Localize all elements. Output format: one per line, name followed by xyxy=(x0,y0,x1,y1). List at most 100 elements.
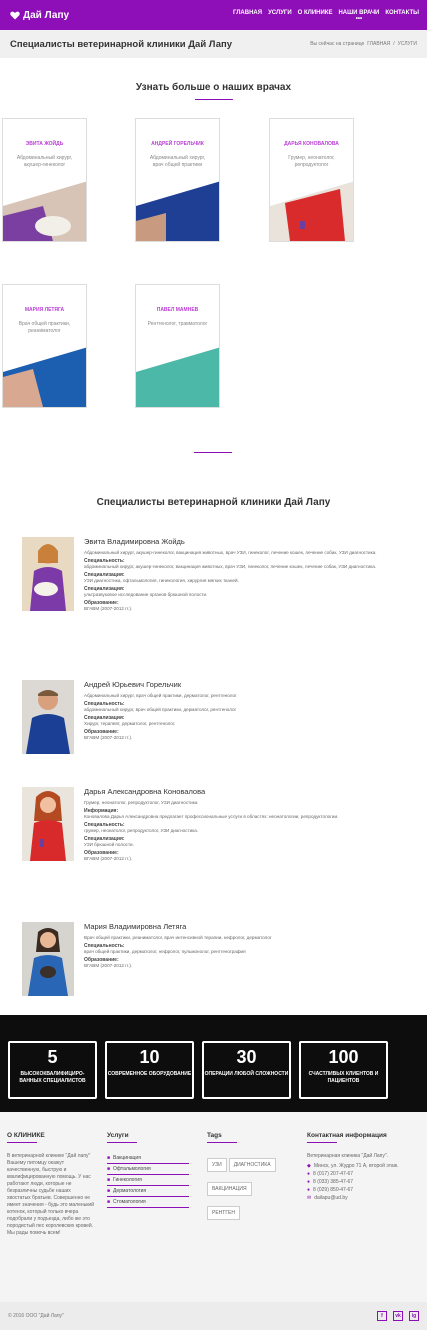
logo-text: Дай Лапу xyxy=(23,9,70,21)
stat-number: 100 xyxy=(328,1047,359,1067)
bullet-icon: ■ xyxy=(107,1166,111,1172)
doctor-text: ультразвуковое исследование органов брюш… xyxy=(84,592,208,597)
contact-text: 8 (029) 850-47-67 xyxy=(313,1187,354,1193)
footer-title-bar xyxy=(107,1142,137,1143)
contact-text: dailapu@ud.by xyxy=(314,1195,348,1201)
footer-title-bar xyxy=(7,1142,37,1143)
title-underline xyxy=(194,99,233,100)
contact-phone[interactable]: ● 8 (029) 850-47-67 xyxy=(307,1187,419,1194)
footer-about-title: О КЛИНИКЕ xyxy=(7,1132,45,1139)
nav-contacts[interactable]: КОНТАКТЫ xyxy=(385,10,419,17)
bullet-icon: ■ xyxy=(107,1188,111,1194)
doctor-card[interactable]: МАРИЯ ЛЕТЯГА Врач общей практики, реаним… xyxy=(2,284,87,408)
contact-address: ◆ Минск, ул. Жудро 71 А, второй этаж. xyxy=(307,1163,419,1170)
card-role: Врач общей практики, реаниматолог xyxy=(18,321,71,334)
copyright-text: © 2016 ООО "Дай Лапу" xyxy=(8,1313,64,1319)
instagram-icon[interactable]: ig xyxy=(409,1311,419,1321)
breadcrumb-bar: Специалисты ветеринарной клиники Дай Лап… xyxy=(0,30,427,58)
footer-service-link[interactable]: ■ Стоматология xyxy=(107,1197,189,1208)
doctor-photo xyxy=(22,680,74,754)
doctor-card[interactable]: ПАВЕЛ МАМНЕВ Рентгенолог, травматолог xyxy=(135,284,220,408)
tag-link[interactable]: ДИАГНОСТИКА xyxy=(228,1158,276,1172)
doctor-photo xyxy=(22,787,74,861)
bullet-icon: ■ xyxy=(107,1199,111,1205)
tag-link[interactable]: РЕНТГЕН xyxy=(207,1206,240,1220)
breadcrumb: Вы сейчас на странице ГЛАВНАЯ / УСЛУГИ xyxy=(310,41,417,47)
footer-contacts-title: Контактная информация xyxy=(307,1132,387,1139)
contact-phone[interactable]: ● 8 (017) 207-47-67 xyxy=(307,1171,419,1178)
doctor-card[interactable]: ДАРЬЯ КОНОВАЛОВА Грумер, неонатолог, реп… xyxy=(269,118,354,242)
footer-tags-title: Tags xyxy=(207,1132,222,1139)
doctor-name: Мария Владимировна Летяга xyxy=(84,922,187,931)
card-name: ПАВЕЛ МАМНЕВ xyxy=(156,307,199,313)
stat-label: СОВРЕМЕННОЕ ОБОРУДОВАНИЕ xyxy=(107,1071,192,1077)
facebook-icon[interactable]: f xyxy=(377,1311,387,1321)
bullet-icon: ■ xyxy=(107,1155,111,1161)
doctor-text: УЗИ диагностика, офтальмология, гинеколо… xyxy=(84,578,239,583)
breadcrumb-current: УСЛУГИ xyxy=(397,41,417,47)
footer: О КЛИНИКЕ В ветеринарной клинике "Дай ла… xyxy=(0,1112,427,1302)
doctor-text: Коновалова Дарья Александровна предлагае… xyxy=(84,814,339,819)
phone-icon: ● xyxy=(307,1179,311,1185)
card-photo xyxy=(136,181,219,241)
stat-label: ОПЕРАЦИИ ЛЮБОЙ СЛОЖНОСТИ xyxy=(204,1071,289,1077)
service-label: Вакцинация xyxy=(113,1155,141,1161)
card-name: ЭВИТА ЖОЙДЬ xyxy=(25,141,64,147)
contact-phone[interactable]: ● 8 (033) 385-47-67 xyxy=(307,1179,419,1186)
footer-about: О КЛИНИКЕ В ветеринарной клинике "Дай ла… xyxy=(7,1132,95,1237)
card-photo xyxy=(3,347,86,407)
tag-link[interactable]: ВАКЦИНАЦИЯ xyxy=(207,1182,252,1196)
footer-contacts: Контактная информация Ветеринарная клини… xyxy=(307,1132,419,1203)
doctor-text: ВГАВМ (2007-2012 гг.). xyxy=(84,963,133,968)
card-name: ДАРЬЯ КОНОВАЛОВА xyxy=(284,141,339,147)
doctor-card[interactable]: АНДРЕЙ ГОРЕЛЬЧИК Абдоминальный хирург, в… xyxy=(135,118,220,242)
doctor-summary: Врач общей практики, реаниматолог, врач … xyxy=(84,935,272,940)
main-nav: ГЛАВНАЯ УСЛУГИ О КЛИНИКЕ НАШИ ВРАЧИ ••• К… xyxy=(233,10,419,22)
contact-text: Минск, ул. Жудро 71 А, второй этаж. xyxy=(313,1163,399,1169)
card-photo xyxy=(270,181,353,241)
footer-service-link[interactable]: ■ Гинекология xyxy=(107,1175,189,1186)
phone-icon: ● xyxy=(307,1171,311,1177)
card-role: Абдоминальный хирург, врач общей практик… xyxy=(149,155,206,168)
doctor-entry: Андрей Юрьевич Горельчик Абдоминальный х… xyxy=(22,680,407,760)
card-photo xyxy=(136,347,219,407)
site-logo[interactable]: Дай Лапу xyxy=(10,10,69,21)
stat-number: 5 xyxy=(47,1047,58,1067)
footer-title-bar xyxy=(207,1142,237,1143)
nav-home[interactable]: ГЛАВНАЯ xyxy=(233,10,262,17)
service-label: Офтальмология xyxy=(113,1166,151,1172)
doctor-summary: Грумер, неонатолог, репродуктолог, УЗИ д… xyxy=(84,800,198,805)
stat-number: 30 xyxy=(236,1047,257,1067)
stat-label: ВЫСОКОКВАЛИФИЦИРО-ВАННЫХ СПЕЦИАЛИСТОВ xyxy=(19,1071,86,1084)
nav-services[interactable]: УСЛУГИ xyxy=(268,10,292,17)
stat-label: СЧАСТЛИВЫХ КЛИЕНТОВ И ПАЦИЕНТОВ xyxy=(308,1071,379,1084)
social-links: f vk ig xyxy=(377,1311,419,1321)
top-navbar: Дай Лапу ГЛАВНАЯ УСЛУГИ О КЛИНИКЕ НАШИ В… xyxy=(0,0,427,30)
contact-text: 8 (017) 207-47-67 xyxy=(313,1171,354,1177)
doctor-entry: Эвита Владимировна Жойдь Абдоминальный х… xyxy=(22,537,407,617)
card-photo xyxy=(3,181,86,241)
card-name: АНДРЕЙ ГОРЕЛЬЧИК xyxy=(151,141,204,147)
footer-service-link[interactable]: ■ Дерматология xyxy=(107,1186,189,1197)
page-title: Специалисты ветеринарной клиники Дай Лап… xyxy=(10,38,233,50)
footer-tags: Tags УЗИ ДИАГНОСТИКА ВАКЦИНАЦИЯ РЕНТГЕН xyxy=(207,1132,293,1225)
doctor-name: Андрей Юрьевич Горельчик xyxy=(84,680,182,689)
tag-link[interactable]: УЗИ xyxy=(207,1158,227,1172)
footer-service-link[interactable]: ■ Офтальмология xyxy=(107,1164,189,1175)
footer-services-title: Услуги xyxy=(107,1132,129,1139)
mail-icon: ✉ xyxy=(307,1195,312,1201)
breadcrumb-home[interactable]: ГЛАВНАЯ xyxy=(367,41,390,47)
nav-about[interactable]: О КЛИНИКЕ xyxy=(298,10,333,17)
footer-service-link[interactable]: ■ Вакцинация xyxy=(107,1153,189,1164)
vk-icon[interactable]: vk xyxy=(393,1311,403,1321)
contact-email[interactable]: ✉ dailapu@ud.by xyxy=(307,1195,419,1202)
nav-doctors[interactable]: НАШИ ВРАЧИ ••• xyxy=(338,10,379,22)
stat-box: 5 ВЫСОКОКВАЛИФИЦИРО-ВАННЫХ СПЕЦИАЛИСТОВ xyxy=(8,1041,97,1099)
doctor-card[interactable]: ЭВИТА ЖОЙДЬ Абдоминальный хирург, акушер… xyxy=(2,118,87,242)
stats-section: 5 ВЫСОКОКВАЛИФИЦИРО-ВАННЫХ СПЕЦИАЛИСТОВ … xyxy=(0,1015,427,1112)
doctors-section-title: Специалисты ветеринарной клиники Дай Лап… xyxy=(96,497,331,508)
section-divider xyxy=(194,452,232,453)
card-role: Рентгенолог, травматолог xyxy=(147,321,208,327)
footer-title-bar xyxy=(307,1142,337,1143)
contact-text: 8 (033) 385-47-67 xyxy=(313,1179,354,1185)
